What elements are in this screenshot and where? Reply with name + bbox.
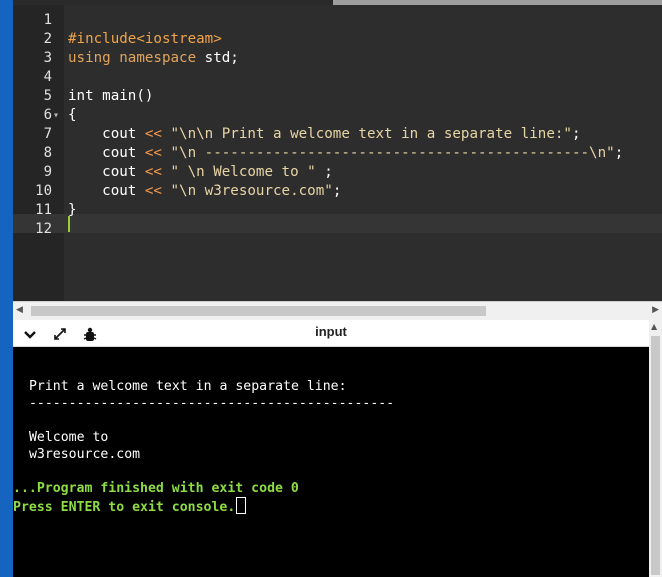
vertical-scrollbar[interactable]: ▲: [649, 320, 662, 577]
code-token: " \n Welcome to ": [161, 164, 316, 180]
code-token: "\n ------------------------------------…: [161, 145, 615, 161]
code-token: <iostream>: [136, 31, 222, 47]
code-line[interactable]: 7 cout << "\n\n Print a welcome text in …: [13, 125, 662, 144]
line-number: 4: [43, 69, 52, 85]
left-rail: [0, 0, 13, 577]
code-line[interactable]: 2 #include<iostream>: [13, 30, 662, 49]
code-token: using namespace: [68, 50, 197, 66]
code-text: cout << "\n ----------------------------…: [68, 144, 623, 163]
code-text: cout << "\n\n Print a welcome text in a …: [68, 125, 581, 144]
code-line[interactable]: 3 using namespace std;: [13, 49, 662, 68]
line-number: 1: [43, 12, 52, 28]
code-token: "\n\n Print a welcome text in a separate…: [161, 126, 572, 142]
code-line[interactable]: 12: [13, 220, 662, 239]
code-token: cout: [68, 126, 145, 142]
code-token: ;: [332, 183, 342, 199]
code-token: <<: [144, 126, 162, 142]
output-line: Print a welcome text in a separate line:: [21, 379, 347, 394]
code-token: main(): [93, 88, 154, 104]
output-line: w3resource.com: [21, 447, 141, 462]
code-token: <<: [144, 145, 162, 161]
vertical-scrollbar-thumb[interactable]: [651, 336, 660, 575]
line-number: 12: [35, 221, 52, 237]
code-line[interactable]: 6 ▾ {: [13, 106, 662, 125]
line-number: 7: [43, 126, 52, 142]
code-token: "\n w3resource.com": [161, 183, 333, 199]
scroll-right-icon[interactable]: ▶: [652, 305, 659, 315]
line-number: 8: [43, 145, 52, 161]
line-number: 10: [35, 183, 52, 199]
code-text: cout << " \n Welcome to " ;: [68, 163, 333, 182]
fold-toggle-icon[interactable]: ▾: [53, 106, 63, 125]
code-editor[interactable]: 1 2 #include<iostream> 3 using namespace std…: [13, 5, 662, 301]
code-text: {: [68, 106, 77, 125]
code-line[interactable]: 10 cout << "\n w3resource.com";: [13, 182, 662, 201]
code-token: #include: [68, 31, 137, 47]
console-caret: [236, 497, 247, 514]
line-number: 3: [43, 50, 52, 66]
code-text: cout << "\n w3resource.com";: [68, 182, 341, 201]
code-line[interactable]: 5 int main(): [13, 87, 662, 106]
code-text: int main(): [68, 87, 153, 106]
code-token: int: [68, 88, 94, 104]
code-token: ;: [315, 164, 333, 180]
console-title: input: [315, 324, 347, 339]
code-token: ;: [614, 145, 624, 161]
console-output[interactable]: Print a welcome text in a separate line:…: [13, 347, 649, 577]
horizontal-scrollbar[interactable]: ◀ ▶: [13, 301, 662, 320]
code-text: using namespace std;: [68, 49, 239, 68]
line-number: 2: [43, 31, 52, 47]
text-cursor: [68, 216, 70, 232]
code-token: ;: [571, 126, 581, 142]
code-line[interactable]: 1: [13, 11, 662, 30]
line-number: 6: [43, 107, 52, 123]
code-line[interactable]: 9 cout << " \n Welcome to " ;: [13, 163, 662, 182]
scroll-left-icon[interactable]: ◀: [16, 305, 23, 315]
console-toolbar: input: [13, 320, 649, 347]
code-token: cout: [68, 164, 145, 180]
exit-prompt: Press ENTER to exit console.: [13, 497, 247, 516]
code-line[interactable]: 8 cout << "\n --------------------------…: [13, 144, 662, 163]
code-token: <<: [144, 164, 162, 180]
output-line: Welcome to: [21, 430, 109, 445]
code-line[interactable]: 4: [13, 68, 662, 87]
line-number: 11: [35, 202, 52, 218]
code-token: {: [68, 107, 77, 123]
scroll-up-icon[interactable]: ▲: [651, 322, 657, 331]
code-token: cout: [68, 183, 145, 199]
code-token: std;: [196, 50, 239, 66]
code-token: cout: [68, 145, 145, 161]
scrollbar-thumb[interactable]: [31, 306, 486, 316]
output-line: ----------------------------------------…: [21, 396, 395, 411]
code-line[interactable]: 11}: [13, 201, 662, 220]
exit-status: ...Program finished with exit code 0: [13, 481, 299, 496]
code-token: <<: [144, 183, 162, 199]
line-number: 5: [43, 88, 52, 104]
code-text: #include<iostream>: [68, 30, 222, 49]
line-number: 9: [43, 164, 52, 180]
exit-prompt-text: Press ENTER to exit console.: [13, 500, 236, 515]
